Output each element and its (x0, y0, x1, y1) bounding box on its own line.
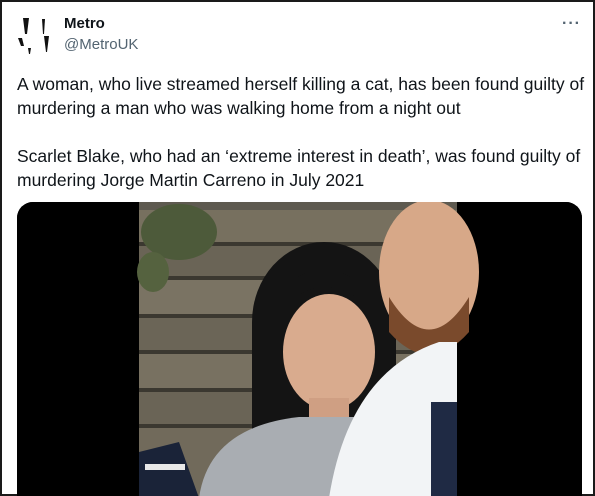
tweet-text-paragraph-2: Scarlet Blake, who had an ‘extreme inter… (17, 146, 581, 190)
author-handle[interactable]: @MetroUK (64, 36, 138, 53)
tweet-card: Metro @MetroUK ··· A woman, who live str… (0, 0, 595, 496)
tweet-text-paragraph-1: A woman, who live streamed herself killi… (17, 74, 585, 118)
photo-illustration (17, 202, 582, 496)
metro-logo-avatar[interactable] (14, 14, 56, 56)
tweet-media-photo[interactable] (17, 202, 582, 496)
author-name[interactable]: Metro (64, 15, 105, 32)
more-horizontal-icon[interactable]: ··· (562, 15, 581, 33)
